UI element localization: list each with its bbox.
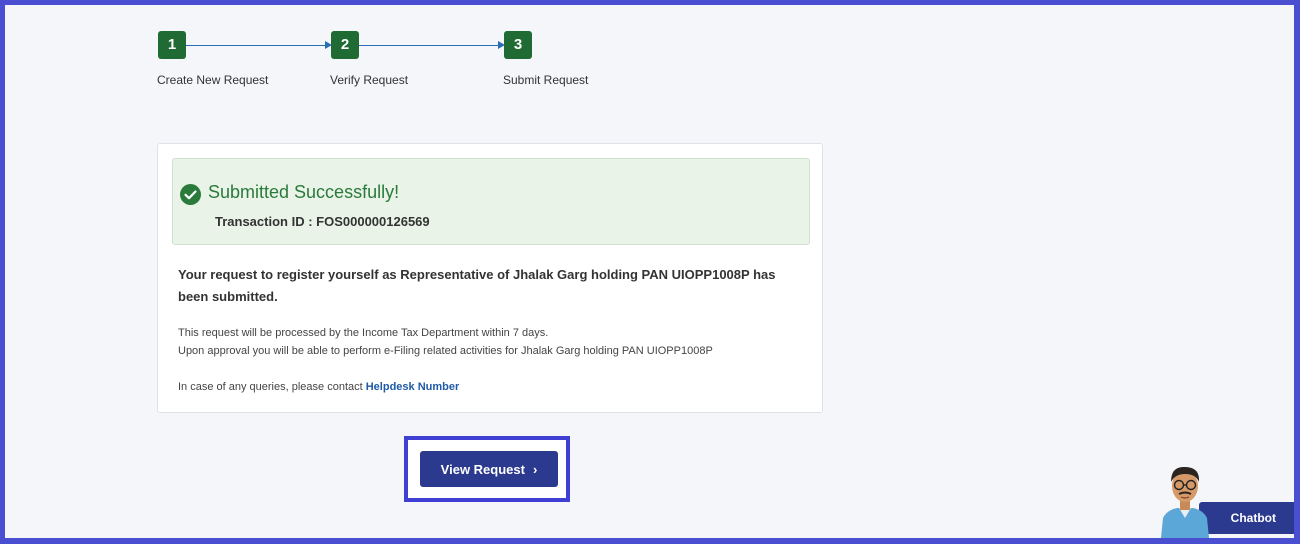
contact-text: In case of any queries, please contact <box>178 381 363 393</box>
transaction-id: Transaction ID : FOS000000126569 <box>215 214 430 229</box>
contact-line: In case of any queries, please contact H… <box>178 381 459 393</box>
helpdesk-link[interactable]: Helpdesk Number <box>366 381 460 393</box>
success-banner: Submitted Successfully! Transaction ID :… <box>172 158 810 245</box>
view-request-highlight: View Request › <box>404 436 570 502</box>
approval-note: Upon approval you will be able to perfor… <box>178 345 713 357</box>
success-title: Submitted Successfully! <box>208 182 400 202</box>
chatbot-label: Chatbot <box>1230 511 1276 525</box>
chevron-right-icon: › <box>532 461 538 477</box>
result-card: Submitted Successfully! Transaction ID :… <box>157 143 823 413</box>
submission-message: Your request to register yourself as Rep… <box>178 267 776 304</box>
transaction-id-value: FOS000000126569 <box>316 214 430 229</box>
view-request-label: View Request <box>440 461 525 477</box>
step-1-label: Create New Request <box>157 73 269 87</box>
step-3-label: Submit Request <box>503 73 589 87</box>
view-request-button[interactable]: View Request › <box>420 451 558 487</box>
step-2-label: Verify Request <box>330 73 409 87</box>
step-1-number: 1 <box>158 31 186 59</box>
chatbot-widget[interactable]: Chatbot <box>1155 460 1294 538</box>
step-connector-2 <box>359 45 500 46</box>
chatbot-avatar-icon <box>1161 466 1209 538</box>
page: 1 2 3 Create New Request Verify Request … <box>5 5 1294 538</box>
step-3-number: 3 <box>504 31 532 59</box>
processing-note: This request will be processed by the In… <box>178 327 549 339</box>
check-circle-icon <box>180 184 201 205</box>
step-2-number: 2 <box>331 31 359 59</box>
step-connector-1 <box>186 45 327 46</box>
transaction-id-label: Transaction ID : <box>215 214 313 229</box>
